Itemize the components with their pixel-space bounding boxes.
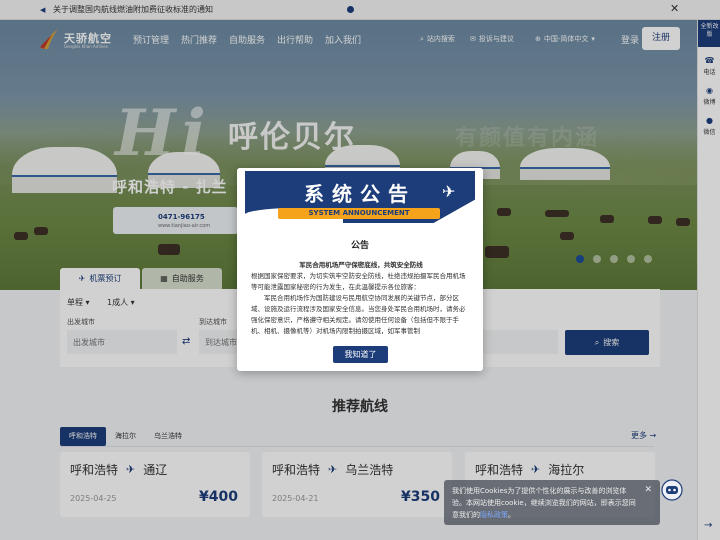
cookie-banner: 我们使用Cookies为了提供个性化的展示与改善的浏览体验。本网站使用cooki… [444,480,660,525]
modal-body[interactable]: 军民合用机场严守保密底线，共筑安全防线 根据国家保密要求，为切实筑牢空防安全防线… [251,260,471,336]
chatbot-icon[interactable] [660,478,684,504]
cookie-close-button[interactable]: ✕ [644,484,652,496]
modal-heading: 公告 [350,241,369,251]
privacy-policy-link[interactable]: 隐私政策 [480,511,508,519]
announcement-modal: ✈ 系统公告 SYSTEM ANNOUNCEMENT 公告 军民合用机场严守保密… [237,168,483,371]
modal-subtitle: SYSTEM ANNOUNCEMENT [278,208,440,219]
modal-body-title: 军民合用机场严守保密底线，共筑安全防线 [299,261,423,269]
modal-paragraph: 军民合用机场作为国防建设与民用航空协同发展的关键节点，部分区域、设施及运行流程涉… [251,294,466,335]
modal-title: 系统公告 [304,182,416,206]
cookie-text-end: 。 [508,511,515,519]
acknowledge-button[interactable]: 我知道了 [333,346,388,363]
modal-paragraph: 根据国家保密要求，为切实筑牢空防安全防线，杜绝违规拍摄军民合用机场等可能泄露国家… [251,272,466,291]
modal-banner: ✈ 系统公告 SYSTEM ANNOUNCEMENT [237,168,483,226]
